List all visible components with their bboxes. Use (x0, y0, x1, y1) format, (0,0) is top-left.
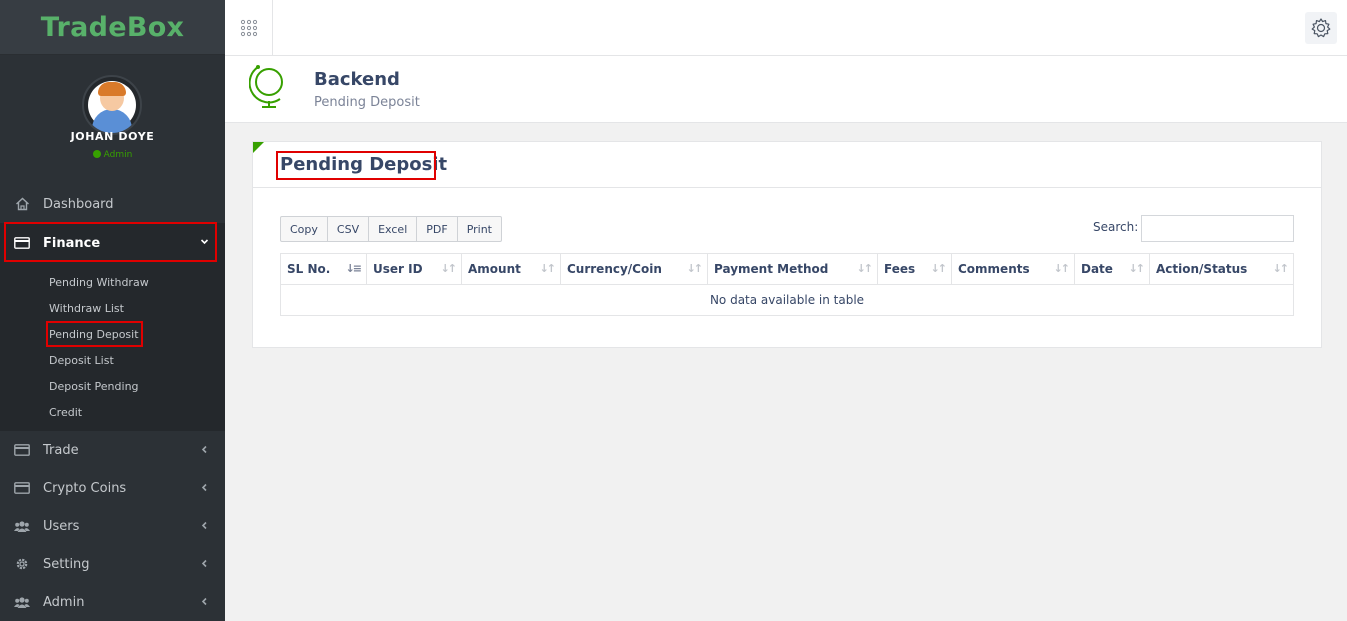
gear-icon (14, 556, 30, 572)
column-header-amount[interactable]: Amount ↓↑ (461, 253, 561, 285)
export-button-group: Copy CSV Excel PDF Print (280, 216, 502, 242)
sidebar-item-label: Finance (43, 235, 101, 251)
sidebar-item-label: Dashboard (43, 196, 114, 212)
sort-icon: ↓↑ (440, 262, 458, 275)
column-label: Action/Status (1156, 262, 1248, 276)
table-header-row: SL No. ↓≡ User ID ↓↑ Amount ↓↑ Currency/Coi… (280, 253, 1294, 285)
users-icon (14, 594, 30, 610)
pdf-button[interactable]: PDF (416, 216, 458, 242)
sidebar-menu: Dashboard Finance Pending Withdraw Withd… (0, 185, 225, 621)
finance-highlight-box (4, 222, 217, 262)
home-icon (14, 196, 30, 212)
search-input[interactable] (1141, 215, 1294, 242)
column-header-currency-coin[interactable]: Currency/Coin ↓↑ (560, 253, 708, 285)
user-panel (0, 55, 225, 180)
column-label: Comments (958, 262, 1030, 276)
print-button[interactable]: Print (456, 216, 502, 242)
submenu-item-pending-deposit[interactable]: Pending Deposit (0, 321, 225, 347)
column-label: Currency/Coin (567, 262, 662, 276)
top-navbar (225, 0, 1347, 56)
sort-icon: ↓↑ (539, 262, 557, 275)
panel-header: Pending Deposit (253, 142, 1321, 188)
copy-button[interactable]: Copy (280, 216, 328, 242)
deposit-table: SL No. ↓≡ User ID ↓↑ Amount ↓↑ Currency/Coi… (280, 253, 1294, 316)
sidebar-item-dashboard[interactable]: Dashboard (0, 185, 225, 223)
credit-card-icon (14, 442, 30, 458)
sidebar-item-crypto-coins[interactable]: Crypto Coins (0, 469, 225, 507)
sort-icon: ↓↑ (930, 262, 948, 275)
column-label: Fees (884, 262, 916, 276)
column-header-payment-method[interactable]: Payment Method ↓↑ (707, 253, 878, 285)
column-header-sl-no[interactable]: SL No. ↓≡ (280, 253, 367, 285)
sort-icon: ↓↑ (856, 262, 874, 275)
submenu-item-deposit-pending[interactable]: Deposit Pending (0, 373, 225, 399)
sidebar-item-setting[interactable]: Setting (0, 545, 225, 583)
apps-grid-icon (240, 19, 257, 36)
users-icon (14, 518, 30, 534)
apps-grid-button[interactable] (225, 0, 273, 55)
user-role: Admin (103, 150, 133, 160)
column-header-fees[interactable]: Fees ↓↑ (877, 253, 952, 285)
content-header: Backend Pending Deposit (225, 56, 1347, 123)
column-header-user-id[interactable]: User ID ↓↑ (366, 253, 462, 285)
column-label: Amount (468, 262, 521, 276)
sidebar-item-finance[interactable]: Finance (0, 222, 225, 263)
user-name: JOHAN DOYE (70, 130, 155, 143)
csv-button[interactable]: CSV (326, 216, 370, 242)
sort-icon: ↓↑ (1272, 262, 1290, 275)
chevron-left-icon (200, 557, 209, 571)
sidebar-item-label: Admin (43, 594, 85, 610)
user-status: Admin (0, 150, 225, 160)
sort-asc-icon: ↓≡ (345, 262, 363, 275)
sidebar-item-label: Setting (43, 556, 90, 572)
submenu-item-pending-withdraw[interactable]: Pending Withdraw (0, 269, 225, 295)
sidebar-item-admin[interactable]: Admin (0, 583, 225, 621)
sort-icon: ↓↑ (686, 262, 704, 275)
chevron-down-icon (200, 235, 209, 249)
globe-icon (249, 65, 283, 108)
sidebar-item-label: Crypto Coins (43, 480, 127, 496)
column-label: SL No. (287, 262, 331, 276)
submenu-item-deposit-list[interactable]: Deposit List (0, 347, 225, 373)
submenu-item-withdraw-list[interactable]: Withdraw List (0, 295, 225, 321)
column-header-comments[interactable]: Comments ↓↑ (951, 253, 1075, 285)
sort-icon: ↓↑ (1128, 262, 1146, 275)
column-header-action-status[interactable]: Action/Status ↓↑ (1149, 253, 1294, 285)
submenu-item-label: Pending Deposit (49, 327, 139, 341)
page-title: Backend (314, 69, 400, 90)
credit-card-icon (14, 480, 30, 496)
gear-icon (1311, 18, 1331, 38)
sidebar: TradeBox JOHAN DOYE Admin Dashboard Fina… (0, 0, 225, 621)
avatar (82, 75, 142, 135)
column-label: Payment Method (714, 262, 829, 276)
chevron-left-icon (200, 519, 209, 533)
settings-button[interactable] (1305, 12, 1337, 44)
sidebar-item-trade[interactable]: Trade (0, 431, 225, 469)
search-label: Search: (1093, 220, 1139, 234)
pending-deposit-panel: Pending Deposit Copy CSV Excel PDF Print… (252, 141, 1322, 348)
finance-submenu: Pending Withdraw Withdraw List Pending D… (0, 263, 225, 431)
credit-card-icon (14, 235, 30, 251)
column-label: Date (1081, 262, 1113, 276)
submenu-item-credit[interactable]: Credit (0, 399, 225, 425)
chevron-left-icon (200, 443, 209, 457)
table-row: No data available in table (280, 284, 1294, 316)
excel-button[interactable]: Excel (368, 216, 418, 242)
sort-icon: ↓↑ (1053, 262, 1071, 275)
brand-name: TradeBox (40, 11, 185, 43)
empty-table-message: No data available in table (280, 284, 1294, 316)
chevron-left-icon (200, 481, 209, 495)
brand-logo[interactable]: TradeBox (0, 0, 225, 55)
column-label: User ID (373, 262, 423, 276)
sidebar-item-users[interactable]: Users (0, 507, 225, 545)
page-subtitle: Pending Deposit (314, 95, 420, 110)
column-header-date[interactable]: Date ↓↑ (1074, 253, 1150, 285)
panel-title: Pending Deposit (280, 154, 448, 175)
online-dot-icon (92, 150, 101, 158)
sidebar-item-label: Trade (43, 442, 79, 458)
chevron-left-icon (200, 595, 209, 609)
sidebar-item-label: Users (43, 518, 80, 534)
